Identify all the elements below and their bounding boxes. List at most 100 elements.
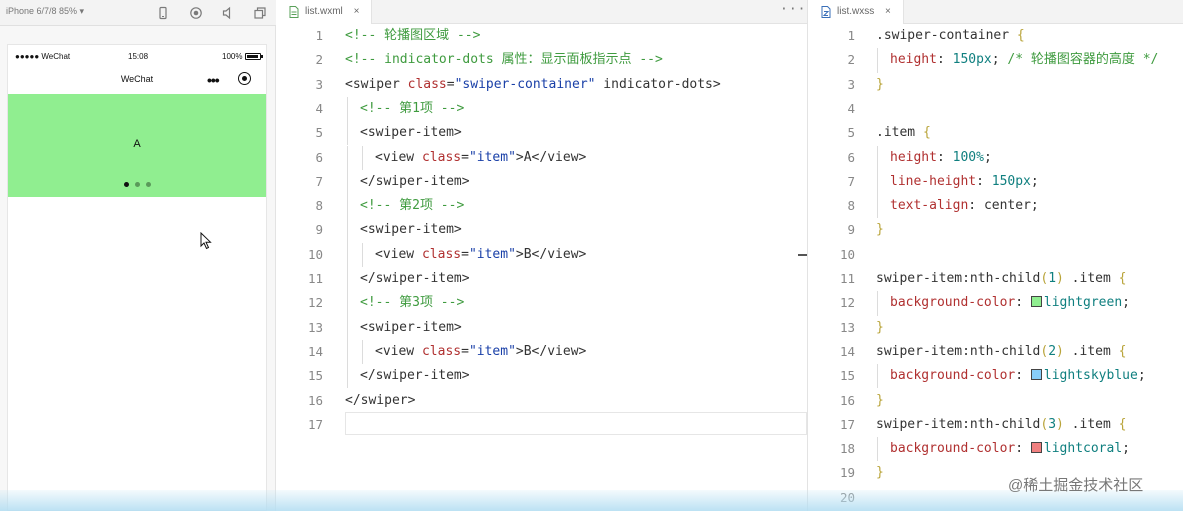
code-line[interactable]: 15 </swiper-item>: [277, 364, 807, 389]
code-line[interactable]: 10 <view class="item">B</view>: [277, 242, 807, 267]
code-line[interactable]: 9}: [809, 218, 1183, 242]
code-line[interactable]: 4 <!-- 第1项 -->: [277, 96, 807, 122]
line-number: 9: [847, 222, 855, 238]
code-line[interactable]: 12 <!-- 第3项 -->: [277, 291, 807, 316]
code-token: ;: [1030, 173, 1039, 189]
code-line[interactable]: 5 <swiper-item>: [277, 121, 807, 146]
code-line[interactable]: 8 <!-- 第2项 -->: [277, 194, 807, 219]
tab-list-wxml[interactable]: list.wxml ×: [277, 0, 373, 24]
record-icon[interactable]: [189, 6, 203, 20]
line-number: 15: [839, 368, 855, 384]
code-text: <!-- 轮播图区域 -->: [345, 24, 480, 48]
color-swatch-icon[interactable]: [1030, 296, 1042, 308]
capsule-close-icon[interactable]: [238, 72, 251, 85]
code-line[interactable]: 5 .item {: [809, 121, 1183, 145]
line-number: 7: [847, 173, 855, 189]
indent-guide: [877, 194, 878, 219]
code-token: <!-- 第1项 -->: [360, 100, 465, 116]
code-text: line-height: 150px;: [890, 170, 1039, 194]
code-token: .item: [1063, 271, 1119, 286]
indicator-dot[interactable]: [146, 182, 151, 187]
line-number: 4: [315, 100, 323, 116]
code-text: <view class="item">B</view>: [375, 340, 586, 364]
code-token: </swiper-item>: [360, 368, 470, 384]
code-line[interactable]: 17: [277, 413, 807, 437]
code-token: background-color: [890, 295, 1016, 311]
line-number: 2: [847, 52, 855, 68]
indent-guide: [362, 145, 363, 170]
code-line[interactable]: 2 height: 150px; /* 轮播图容器的高度 */: [809, 48, 1183, 73]
code-line[interactable]: 17 swiper-item:nth-child(3) .item {: [809, 413, 1183, 437]
status-bar: ●●●●● WeChat 15:08 100%: [8, 45, 266, 67]
code-token: lightgreen: [1043, 295, 1123, 311]
line-number: 3: [847, 76, 855, 92]
close-tab-icon[interactable]: ×: [885, 6, 891, 17]
close-tab-icon[interactable]: ×: [354, 6, 360, 17]
code-line[interactable]: 18 background-color: lightcoral;: [809, 437, 1183, 462]
code-line[interactable]: 3}: [809, 73, 1183, 97]
code-text: swiper-item:nth-child(2) .item {: [876, 340, 1126, 364]
phone-screen: ●●●●● WeChat 15:08 100% WeChat ••• A: [7, 44, 267, 511]
code-line[interactable]: 4: [809, 97, 1183, 121]
line-number: 11: [839, 271, 855, 286]
code-token: 150px: [952, 52, 992, 68]
indicator-dot[interactable]: [124, 182, 129, 187]
color-swatch-icon[interactable]: [1030, 369, 1042, 381]
wxss-tabbar: list.wxss ×: [809, 0, 1183, 24]
code-line[interactable]: 15 background-color: lightskyblue;: [809, 364, 1183, 389]
code-text: <view class="item">A</view>: [375, 146, 586, 170]
code-token: :: [1015, 295, 1031, 311]
code-text: <!-- 第3项 -->: [360, 291, 464, 315]
volume-icon[interactable]: [221, 6, 235, 20]
tab-list-wxss[interactable]: list.wxss ×: [809, 0, 904, 24]
color-swatch-icon[interactable]: [1030, 442, 1042, 454]
code-line[interactable]: 1 <!-- 轮播图区域 -->: [277, 24, 807, 48]
code-line[interactable]: 16}: [809, 389, 1183, 413]
code-token: <view: [375, 149, 422, 165]
simulator-toolbar: iPhone 6/7/8 85% ▾: [0, 0, 276, 26]
line-number: 15: [307, 368, 323, 384]
code-token: ;: [1122, 295, 1130, 311]
line-number: 10: [307, 246, 323, 262]
line-number: 8: [847, 198, 855, 214]
code-text: }: [876, 73, 884, 97]
code-line[interactable]: 13 <swiper-item>: [277, 315, 807, 340]
code-line[interactable]: 13}: [809, 316, 1183, 340]
phone-icon[interactable]: [156, 6, 170, 20]
code-line[interactable]: 11 </swiper-item>: [277, 267, 807, 292]
code-token: lightcoral: [1043, 441, 1123, 457]
window-icon[interactable]: [253, 6, 267, 20]
code-line[interactable]: 14 swiper-item:nth-child(2) .item {: [809, 340, 1183, 364]
code-line[interactable]: 9 <swiper-item>: [277, 218, 807, 243]
code-token: swiper-item:nth-child: [876, 416, 1041, 432]
code-token: <swiper-item>: [360, 222, 462, 238]
line-number: 12: [307, 295, 323, 311]
indicator-dot[interactable]: [135, 182, 140, 187]
code-line[interactable]: 16 </swiper>: [277, 389, 807, 413]
line-number: 1: [315, 28, 323, 43]
indent-guide: [347, 291, 348, 316]
code-line[interactable]: 2 <!-- indicator-dots 属性：显示面板指示点 -->: [277, 48, 807, 72]
code-text: }: [876, 316, 884, 340]
code-line[interactable]: 12 background-color: lightgreen;: [809, 291, 1183, 316]
code-token: class: [421, 246, 462, 262]
code-line[interactable]: 14 <view class="item">B</view>: [277, 339, 807, 365]
code-token: <swiper: [345, 76, 408, 92]
code-token: ;: [983, 149, 992, 165]
code-line[interactable]: 8 text-align: center;: [809, 194, 1183, 219]
code-token: 150px: [991, 173, 1031, 189]
code-line[interactable]: 7 </swiper-item>: [277, 169, 807, 195]
swiper-banner[interactable]: A: [8, 94, 266, 250]
code-line[interactable]: 6 <view class="item">A</view>: [277, 145, 807, 170]
code-text: .item {: [876, 121, 931, 145]
code-line[interactable]: 11 swiper-item:nth-child(1) .item {: [809, 267, 1183, 291]
more-menu-icon[interactable]: •••: [207, 72, 220, 88]
code-token: background-color: [890, 441, 1016, 457]
code-line[interactable]: 7 line-height: 150px;: [809, 169, 1183, 195]
code-line[interactable]: 6 height: 100%;: [809, 145, 1183, 170]
device-select[interactable]: iPhone 6/7/8 85% ▾: [6, 6, 84, 17]
code-line[interactable]: 10: [809, 243, 1183, 267]
more-actions-icon[interactable]: ···: [780, 2, 806, 17]
code-line[interactable]: 3 <swiper class="swiper-container" indica…: [277, 73, 807, 97]
code-line[interactable]: 1 .swiper-container {: [809, 24, 1183, 48]
